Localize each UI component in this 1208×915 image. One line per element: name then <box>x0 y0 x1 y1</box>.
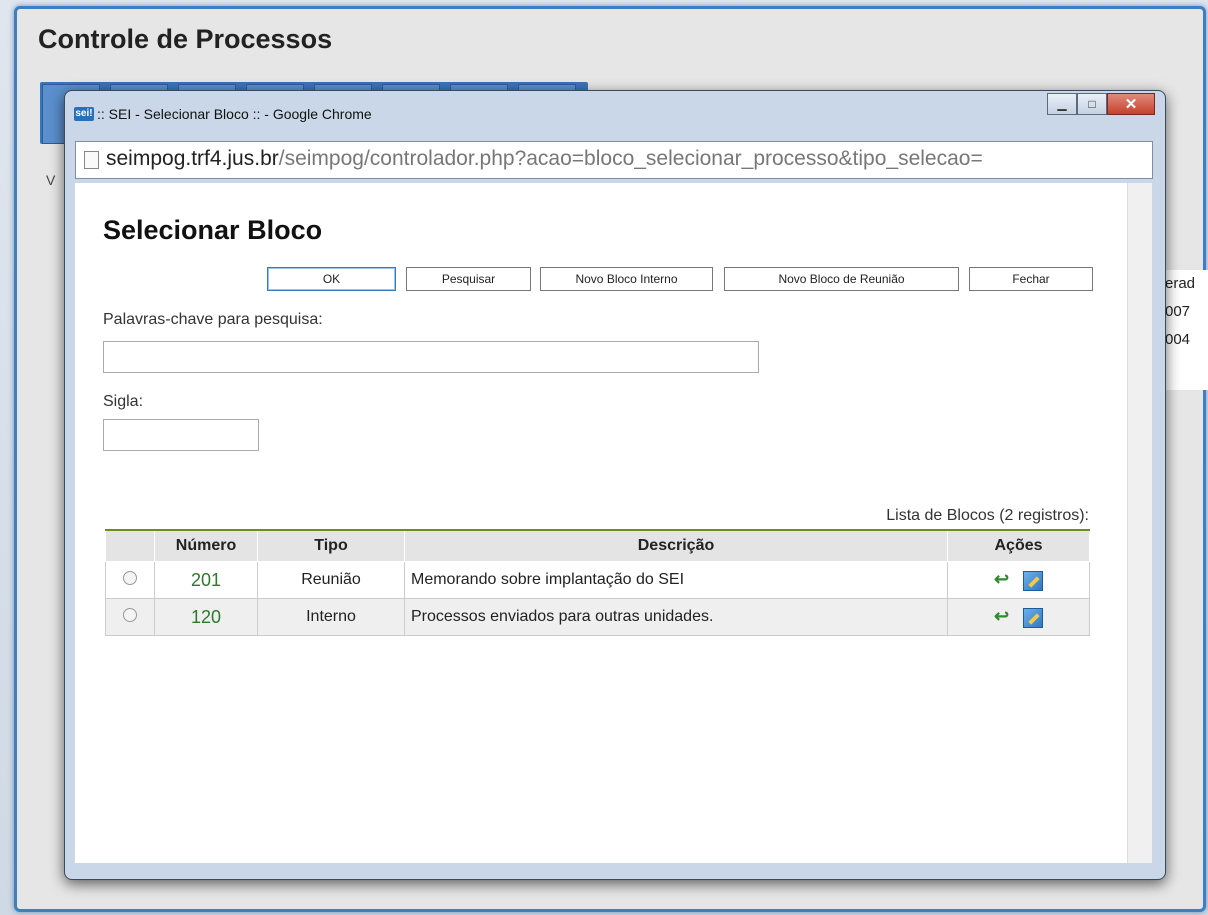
minimize-icon: ▁ <box>1057 97 1067 111</box>
table-row[interactable]: 201 Reunião Memorando sobre implantação … <box>105 561 1090 599</box>
window-title: :: SEI - Selecionar Bloco :: - Google Ch… <box>97 106 372 122</box>
header-numero[interactable]: Número <box>154 529 258 562</box>
url-host: seimpog.trf4.jus.br <box>106 147 279 170</box>
row-numero[interactable]: 201 <box>154 561 258 599</box>
list-caption: Lista de Blocos (2 registros): <box>886 507 1089 524</box>
pesquisar-button[interactable]: Pesquisar <box>406 267 531 291</box>
header-tipo[interactable]: Tipo <box>257 529 405 562</box>
minimize-button[interactable]: ▁ <box>1047 93 1077 115</box>
row-actions: ↩ <box>947 598 1090 636</box>
maximize-icon: □ <box>1088 97 1096 111</box>
url-path: /seimpog/controlador.php?acao=bloco_sele… <box>278 147 983 170</box>
fechar-button[interactable]: Fechar <box>969 267 1093 291</box>
background-right-column: erad 007 004 <box>1160 270 1208 390</box>
header-acoes: Ações <box>947 529 1090 562</box>
blocks-table: Número Tipo Descrição Ações 201 Reunião … <box>105 529 1090 636</box>
header-descricao[interactable]: Descrição <box>404 529 948 562</box>
scrollbar[interactable] <box>1127 183 1152 863</box>
table-row[interactable]: 120 Interno Processos enviados para outr… <box>105 598 1090 636</box>
url-text[interactable]: seimpog.trf4.jus.br/seimpog/controlador.… <box>106 147 983 171</box>
close-button[interactable]: ✕ <box>1107 93 1155 115</box>
row-actions: ↩ <box>947 561 1090 599</box>
window-titlebar[interactable]: sei! :: SEI - Selecionar Bloco :: - Goog… <box>65 91 1165 137</box>
keywords-label: Palavras-chave para pesquisa: <box>103 311 323 328</box>
maximize-button[interactable]: □ <box>1077 93 1107 115</box>
row-select[interactable] <box>105 561 155 599</box>
novo-bloco-reuniao-button[interactable]: Novo Bloco de Reunião <box>724 267 959 291</box>
sei-favicon-icon: sei! <box>74 107 94 121</box>
background-col-header: erad <box>1165 275 1196 292</box>
novo-bloco-interno-button[interactable]: Novo Bloco Interno <box>540 267 713 291</box>
page-title: Selecionar Bloco <box>103 215 323 245</box>
row-select[interactable] <box>105 598 155 636</box>
page-content: Selecionar Bloco OK Pesquisar Novo Bloco… <box>75 183 1127 863</box>
background-col-value: 004 <box>1165 331 1191 348</box>
sigla-label: Sigla: <box>103 393 144 410</box>
popup-window: sei! :: SEI - Selecionar Bloco :: - Goog… <box>64 90 1166 880</box>
window-controls: ▁ □ ✕ <box>1047 93 1155 115</box>
back-arrow-icon[interactable]: ↩ <box>994 569 1009 590</box>
row-tipo: Interno <box>257 598 405 636</box>
radio-icon[interactable] <box>123 607 137 622</box>
back-arrow-icon[interactable]: ↩ <box>994 606 1009 627</box>
ok-button[interactable]: OK <box>267 267 396 291</box>
sigla-input[interactable] <box>103 419 259 451</box>
row-tipo: Reunião <box>257 561 405 599</box>
edit-icon[interactable] <box>1023 607 1044 628</box>
row-descricao: Memorando sobre implantação do SEI <box>404 561 948 599</box>
edit-icon[interactable] <box>1023 570 1044 591</box>
close-icon: ✕ <box>1124 96 1138 113</box>
row-numero[interactable]: 120 <box>154 598 258 636</box>
keywords-input[interactable] <box>103 341 759 373</box>
table-header: Número Tipo Descrição Ações <box>105 529 1090 562</box>
header-select <box>105 529 155 562</box>
row-descricao: Processos enviados para outras unidades. <box>404 598 948 636</box>
background-title: Controle de Processos <box>38 24 333 54</box>
page-icon <box>84 151 99 169</box>
radio-icon[interactable] <box>123 570 137 585</box>
address-bar[interactable]: seimpog.trf4.jus.br/seimpog/controlador.… <box>75 141 1153 179</box>
background-col-value: 007 <box>1165 303 1191 320</box>
background-side-text: V <box>46 172 56 188</box>
